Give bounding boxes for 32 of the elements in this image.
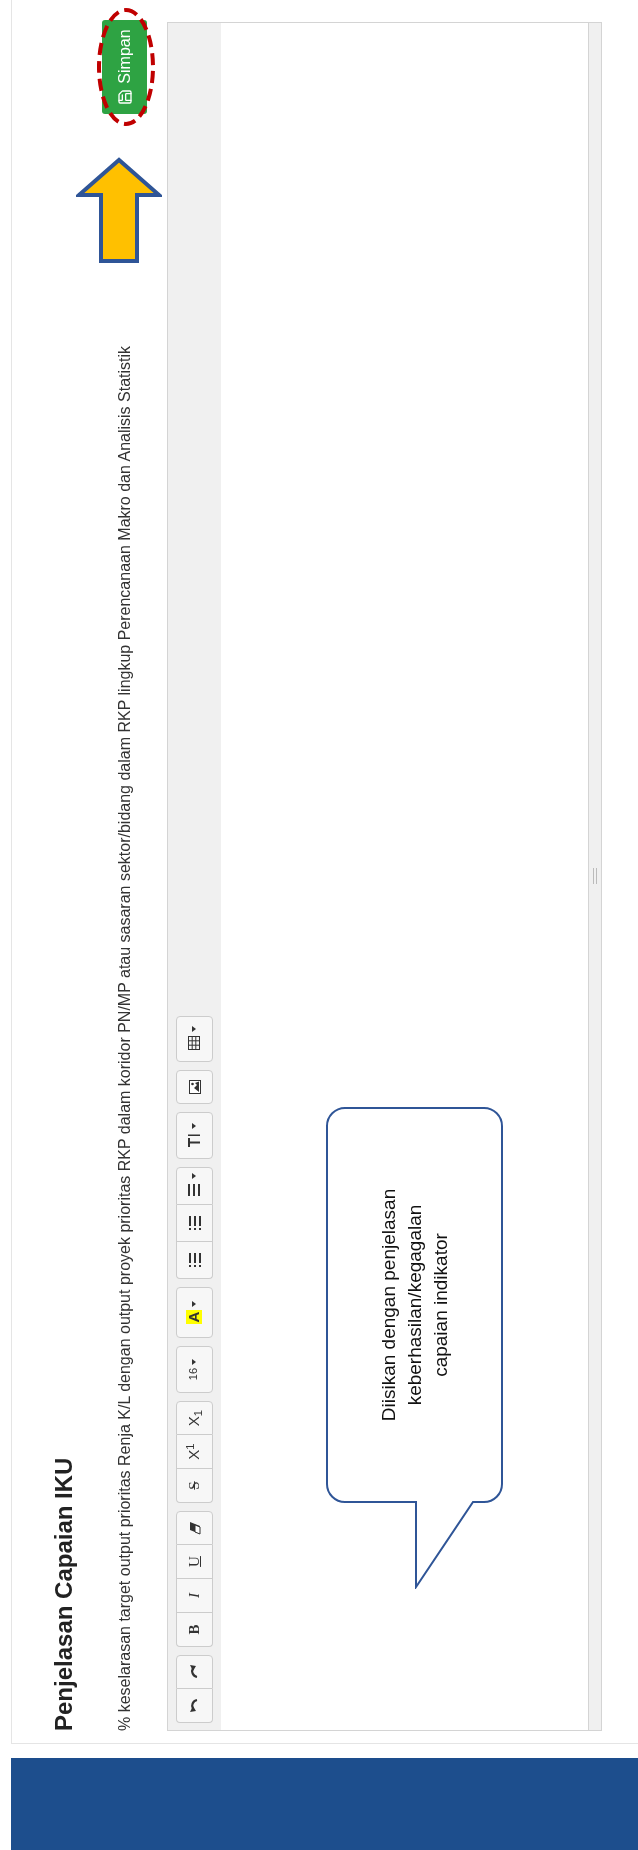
grip-icon <box>592 868 598 885</box>
image-icon <box>186 1079 203 1095</box>
undo-button[interactable] <box>176 1689 213 1723</box>
table-icon <box>185 1035 202 1052</box>
list-icon <box>186 1252 203 1268</box>
italic-button[interactable]: I <box>176 1579 213 1613</box>
strikethrough-button[interactable]: S <box>176 1469 213 1503</box>
save-icon <box>116 88 133 105</box>
caret-icon <box>191 1123 196 1129</box>
paragraph-button[interactable] <box>176 1167 213 1205</box>
list-icon <box>186 1215 203 1231</box>
indicator-description: % keselarasan target output prioritas Renja K/L dengan output proyek prioritas RKP dalam koridor PN/MP atau sasaran sektor/bidang dalam RKP lingkup Perencanaan Makro dan Analisis Statistik <box>114 345 134 1731</box>
underline-button[interactable]: U <box>176 1545 213 1579</box>
redo-button[interactable] <box>176 1655 213 1689</box>
callout-text: Diisikan dengan penjelasan keberhasilan/kegagalan capaian indikator <box>377 1188 452 1422</box>
align-icon <box>185 1182 202 1199</box>
font-size-button[interactable]: 16 <box>176 1346 213 1393</box>
bullet-list-button[interactable] <box>176 1242 213 1279</box>
page-title: Penjelasan Capaian IKU <box>50 1456 78 1731</box>
numbered-list-button[interactable] <box>176 1205 213 1242</box>
caret-icon <box>191 1300 196 1307</box>
text-color-button[interactable]: A <box>176 1287 213 1338</box>
table-button[interactable] <box>176 1016 213 1062</box>
clear-format-button[interactable] <box>176 1511 213 1545</box>
bold-button[interactable]: B <box>176 1613 213 1647</box>
arrow-icon <box>76 157 162 263</box>
line-height-button[interactable] <box>176 1112 213 1159</box>
caret-icon <box>191 1173 196 1180</box>
caret-icon <box>191 1026 196 1033</box>
image-button[interactable] <box>176 1070 213 1104</box>
caret-icon <box>191 1358 196 1365</box>
line-height-icon <box>185 1132 202 1148</box>
